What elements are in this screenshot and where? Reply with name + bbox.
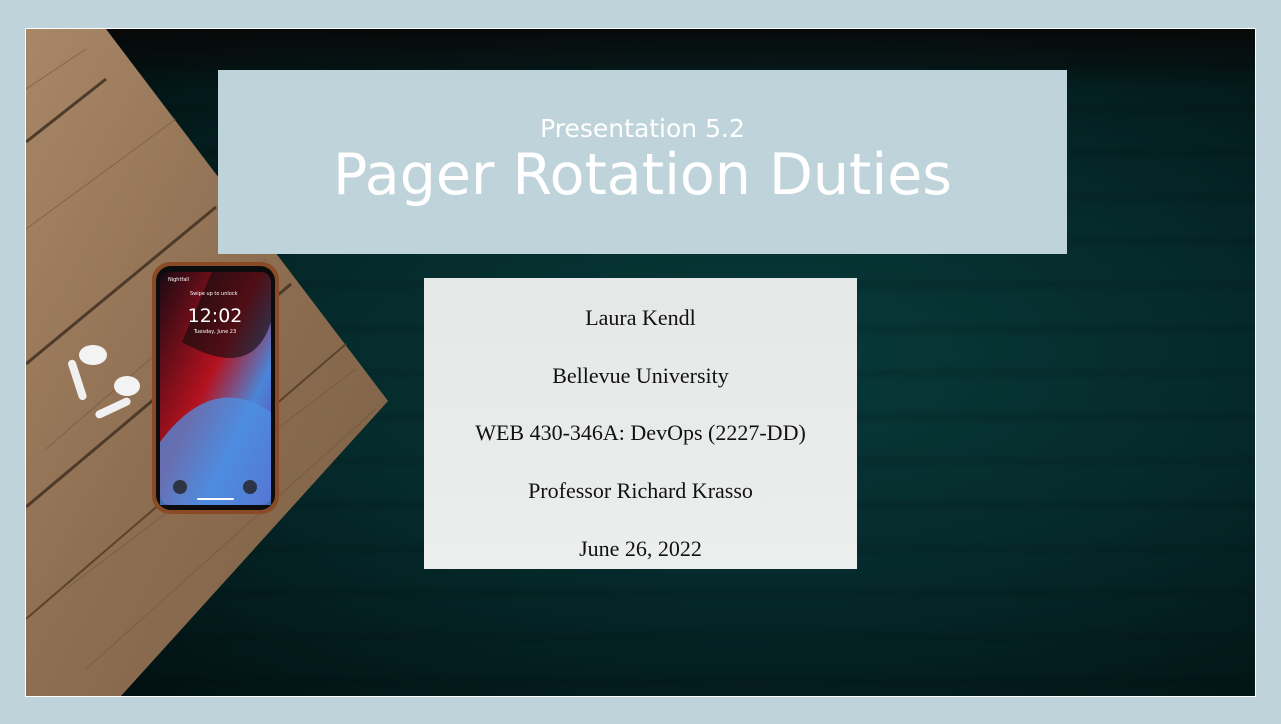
presentation-subtitle: Presentation 5.2 [540, 114, 745, 143]
lock-label: Swipe up to unlock [190, 291, 238, 297]
date: June 26, 2022 [579, 536, 702, 561]
flashlight-icon [173, 480, 187, 494]
professor: Professor Richard Krasso [528, 478, 753, 503]
institution: Bellevue University [552, 363, 729, 388]
home-indicator [197, 498, 234, 500]
presentation-title: Pager Rotation Duties [332, 142, 952, 208]
lock-date: Tuesday, June 23 [193, 329, 236, 335]
lock-time: 12:02 [188, 305, 243, 327]
info-box: Laura Kendl Bellevue University WEB 430-… [424, 278, 857, 569]
camera-icon [243, 480, 257, 494]
author-name: Laura Kendl [585, 305, 696, 330]
carrier-label: Nightfall [168, 277, 189, 283]
title-box: Presentation 5.2 Pager Rotation Duties [218, 70, 1067, 254]
slide: Nightfall Swipe up to unlock 12:02 Tuesd… [25, 28, 1256, 697]
course: WEB 430-346A: DevOps (2227-DD) [475, 420, 806, 445]
phone: Nightfall Swipe up to unlock 12:02 Tuesd… [152, 262, 279, 514]
